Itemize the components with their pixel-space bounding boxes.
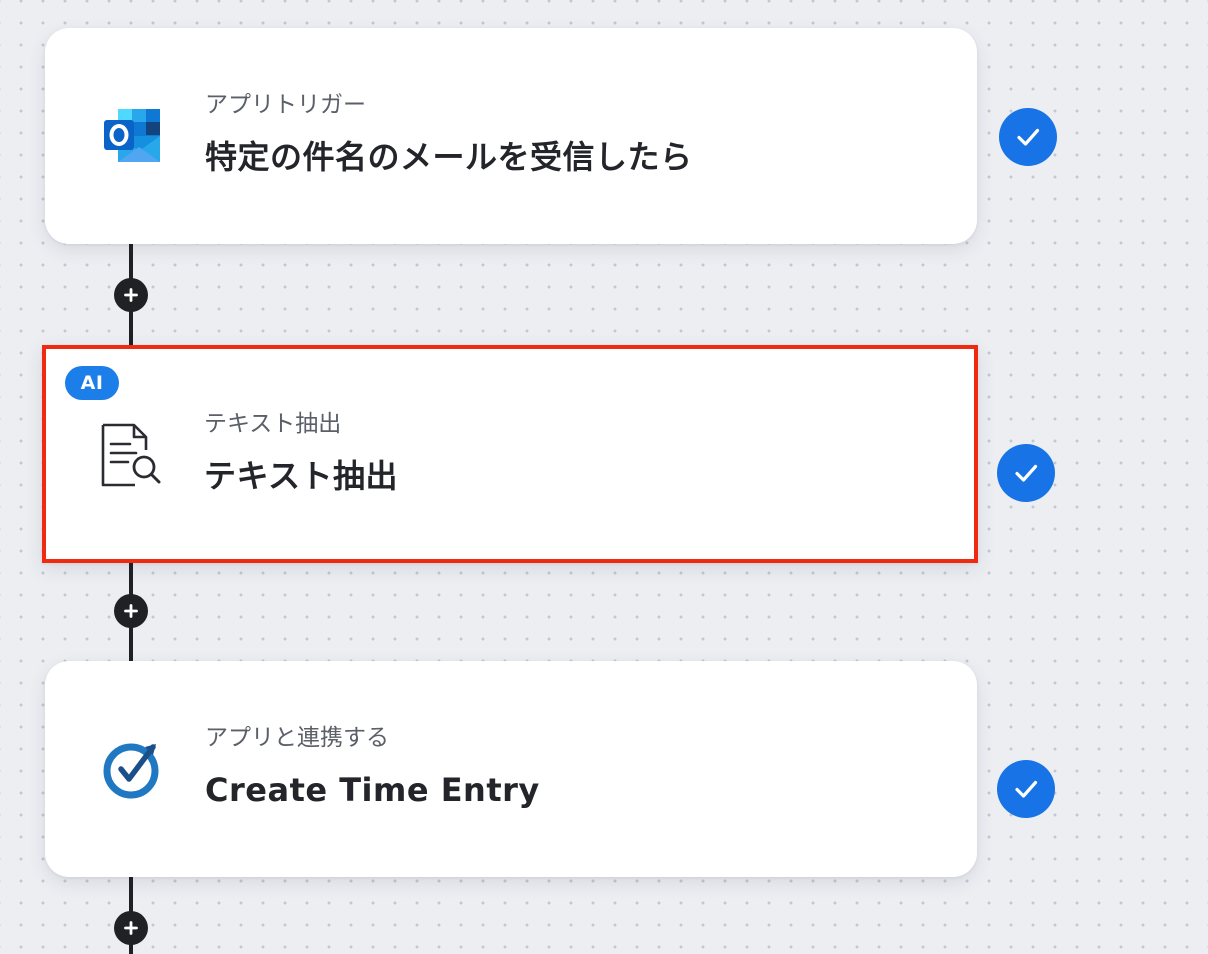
add-step-button-3[interactable] [114,911,148,945]
step-title: 特定の件名のメールを受信したら [205,138,693,176]
step-category-label: テキスト抽出 [204,411,342,437]
step-category-label: アプリと連携する [205,725,389,751]
step-title: Create Time Entry [205,771,540,809]
add-step-button-2[interactable] [114,594,148,628]
step-status-check-2 [997,444,1055,502]
step-card-trigger[interactable]: アプリトリガー 特定の件名のメールを受信したら [45,28,977,244]
check-icon [1017,128,1040,146]
outlook-icon [99,104,165,170]
add-step-button-1[interactable] [114,278,148,312]
step-category-label: アプリトリガー [205,92,366,118]
step-status-check-1 [999,108,1057,166]
step-card-text-extraction[interactable]: AI テキスト抽出 テキスト抽出 [42,345,978,563]
check-icon [1015,780,1038,798]
ai-badge: AI [65,366,119,400]
clockify-icon [99,737,165,803]
plus-icon [124,288,138,302]
step-title: テキスト抽出 [204,457,399,495]
step-status-check-3 [997,760,1055,818]
plus-icon [124,604,138,618]
plus-icon [124,921,138,935]
step-card-app-action[interactable]: アプリと連携する Create Time Entry [45,661,977,877]
document-search-icon [97,422,163,488]
check-icon [1015,464,1038,482]
